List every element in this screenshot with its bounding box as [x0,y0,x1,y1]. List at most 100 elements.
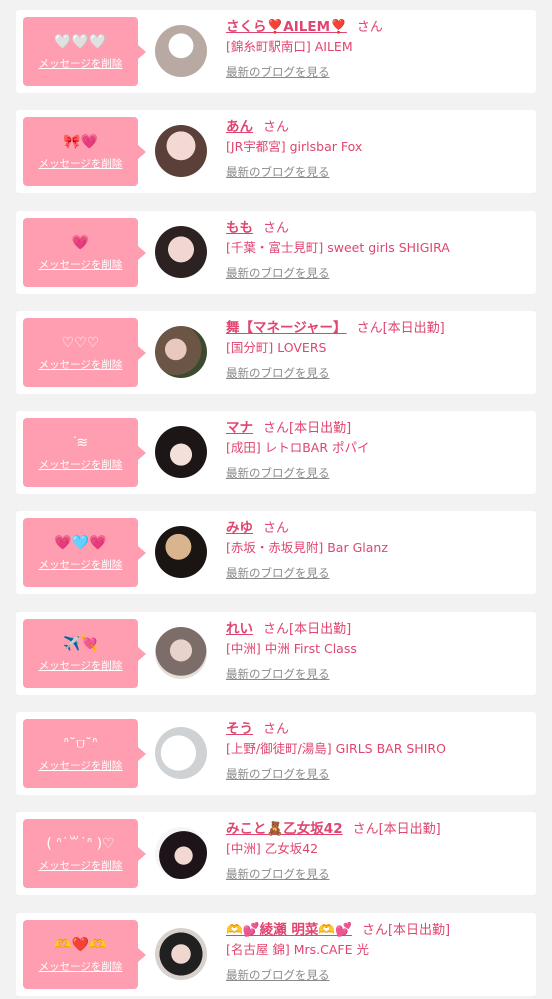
delete-message-link[interactable]: メッセージを削除 [23,257,138,272]
message-bubble: ✈️💘 メッセージを削除 [23,618,146,688]
message-list: 🤍🤍🤍 メッセージを削除 さくら❣️AILEM❣️ さん [錦糸町駅南口] AIL… [0,0,552,996]
message-text: ᐢ˘⩌˘ᐢ [63,736,98,753]
shop-name: [千葉・富士見町] sweet girls SHIGIRA [226,239,450,255]
list-item: ♡♡♡ メッセージを削除 舞【マネージャー】 さん[本日出勤] [国分町] LOV… [16,310,536,394]
avatar[interactable] [155,426,207,479]
latest-blog-link[interactable]: 最新のブログを見る [226,967,330,983]
message-text: 💗 [71,234,90,251]
latest-blog-link[interactable]: 最新のブログを見る [226,666,330,682]
list-item: ᐢ˘⩌˘ᐢ メッセージを削除 そう さん [上野/御徒町/湯島] GIRLS BA… [16,712,536,796]
list-item: ᐝ≋ メッセージを削除 マナ さん[本日出勤] [成田] レトロBAR ポパイ 最… [16,411,536,495]
message-text: 🤍🤍🤍 [54,34,107,50]
delete-message-link[interactable]: メッセージを削除 [23,357,138,372]
shop-name: [赤坂・赤坂見附] Bar Glanz [226,540,388,556]
message-text: 🎀💗 [63,134,98,151]
avatar[interactable] [155,25,207,77]
delete-message-link[interactable]: メッセージを削除 [23,758,138,773]
list-item: 💗🩵💗 メッセージを削除 みゆ さん [赤坂・赤坂見附] Bar Glanz 最新… [16,511,536,595]
message-text: ᐝ≋ [72,435,89,452]
list-item: 🫶❤️🫶 メッセージを削除 🫶💕綾瀬 明菜🫶💕 さん[本日出勤] [名古屋 錦] … [16,912,536,996]
message-bubble: 💗🩵💗 メッセージを削除 [23,518,146,588]
profile-info: あん さん [JR宇都宮] girlsbar Fox 最新のブログを見る [226,116,531,180]
cast-name-link[interactable]: さくら❣️AILEM❣️ [226,19,347,35]
list-item: ( ᐢ˙꒳˙ᐢ )♡ メッセージを削除 みこと🧸乙女坂42 さん[本日出勤] [中… [16,812,536,896]
latest-blog-link[interactable]: 最新のブログを見る [226,265,330,281]
honorific-status: さん[本日出勤] [352,822,441,838]
cast-name-link[interactable]: みゆ [226,520,253,536]
message-text: ♡♡♡ [61,334,100,351]
cast-name-link[interactable]: あん [226,119,253,135]
profile-info: 🫶💕綾瀬 明菜🫶💕 さん[本日出勤] [名古屋 錦] Mrs.CAFE 光 最新の… [226,919,531,983]
latest-blog-link[interactable]: 最新のブログを見る [226,164,330,180]
shop-name: [中洲] 乙女坂42 [226,841,319,857]
message-bubble: 💗 メッセージを削除 [23,217,146,287]
profile-info: さくら❣️AILEM❣️ さん [錦糸町駅南口] AILEM 最新のブログを見る [226,16,531,80]
shop-name: [中洲] 中洲 First Class [226,640,357,656]
avatar[interactable] [155,125,207,178]
message-bubble: 🫶❤️🫶 メッセージを削除 [23,919,146,989]
avatar[interactable] [155,626,207,679]
message-bubble: ᐢ˘⩌˘ᐢ メッセージを削除 [23,719,146,789]
delete-message-link[interactable]: メッセージを削除 [23,658,138,673]
honorific-status: さん [263,220,290,236]
latest-blog-link[interactable]: 最新のブログを見る [226,465,330,481]
message-text: 🫶❤️🫶 [54,936,107,953]
shop-name: [JR宇都宮] girlsbar Fox [226,139,363,155]
cast-name-link[interactable]: マナ [226,420,253,436]
profile-info: もも さん [千葉・富士見町] sweet girls SHIGIRA 最新のブロ… [226,217,531,281]
message-text: ( ᐢ˙꒳˙ᐢ )♡ [46,836,115,853]
cast-name-link[interactable]: 舞【マネージャー】 [226,320,347,336]
list-item: 🎀💗 メッセージを削除 あん さん [JR宇都宮] girlsbar Fox 最新… [16,110,536,194]
delete-message-link[interactable]: メッセージを削除 [23,457,138,472]
shop-name: [名古屋 錦] Mrs.CAFE 光 [226,941,369,957]
message-bubble: ♡♡♡ メッセージを削除 [23,317,146,387]
profile-info: れい さん[本日出勤] [中洲] 中洲 First Class 最新のブログを見る [226,618,531,682]
delete-message-link[interactable]: メッセージを削除 [23,959,138,974]
shop-name: [成田] レトロBAR ポパイ [226,440,370,456]
cast-name-link[interactable]: みこと🧸乙女坂42 [226,821,343,837]
profile-info: そう さん [上野/御徒町/湯島] GIRLS BAR SHIRO 最新のブログを… [226,718,531,782]
avatar[interactable] [155,827,207,880]
latest-blog-link[interactable]: 最新のブログを見る [226,365,330,381]
honorific-status: さん[本日出勤] [263,621,352,637]
delete-message-link[interactable]: メッセージを削除 [23,56,138,71]
cast-name-link[interactable]: もも [226,220,253,236]
honorific-status: さん[本日出勤] [356,320,445,336]
profile-info: マナ さん[本日出勤] [成田] レトロBAR ポパイ 最新のブログを見る [226,417,531,481]
message-bubble: 🤍🤍🤍 メッセージを削除 [23,17,146,86]
latest-blog-link[interactable]: 最新のブログを見る [226,64,330,80]
latest-blog-link[interactable]: 最新のブログを見る [226,866,330,882]
cast-name-link[interactable]: そう [226,721,253,737]
delete-message-link[interactable]: メッセージを削除 [23,557,138,572]
delete-message-link[interactable]: メッセージを削除 [23,858,138,873]
message-bubble: ( ᐢ˙꒳˙ᐢ )♡ メッセージを削除 [23,819,146,889]
honorific-status: さん[本日出勤] [361,922,451,938]
honorific-status: さん [263,722,290,738]
delete-message-link[interactable]: メッセージを削除 [23,156,138,171]
profile-info: みこと🧸乙女坂42 さん[本日出勤] [中洲] 乙女坂42 最新のブログを見る [226,818,531,882]
avatar[interactable] [155,927,207,980]
shop-name: [国分町] LOVERS [226,339,327,355]
message-text: 💗🩵💗 [54,535,107,552]
honorific-status: さん [356,20,383,35]
honorific-status: さん[本日出勤] [263,421,352,437]
cast-name-link[interactable]: れい [226,621,253,637]
honorific-status: さん [263,521,290,537]
profile-info: 舞【マネージャー】 さん[本日出勤] [国分町] LOVERS 最新のブログを見る [226,317,531,381]
shop-name: [錦糸町駅南口] AILEM [226,39,353,54]
message-bubble: 🎀💗 メッセージを削除 [23,117,146,187]
list-item: ✈️💘 メッセージを削除 れい さん[本日出勤] [中洲] 中洲 First Cl… [16,611,536,695]
message-text: ✈️💘 [63,635,98,652]
list-item: 🤍🤍🤍 メッセージを削除 さくら❣️AILEM❣️ さん [錦糸町駅南口] AIL… [16,10,536,93]
avatar[interactable] [155,526,207,579]
message-bubble: ᐝ≋ メッセージを削除 [23,418,146,488]
cast-name-link[interactable]: 🫶💕綾瀬 明菜🫶💕 [226,922,352,938]
list-item: 💗 メッセージを削除 もも さん [千葉・富士見町] sweet girls SH… [16,210,536,294]
shop-name: [上野/御徒町/湯島] GIRLS BAR SHIRO [226,741,446,757]
latest-blog-link[interactable]: 最新のブログを見る [226,565,330,581]
profile-info: みゆ さん [赤坂・赤坂見附] Bar Glanz 最新のブログを見る [226,517,531,581]
avatar[interactable] [155,727,207,780]
avatar[interactable] [155,225,207,278]
latest-blog-link[interactable]: 最新のブログを見る [226,766,330,782]
avatar[interactable] [155,325,207,378]
